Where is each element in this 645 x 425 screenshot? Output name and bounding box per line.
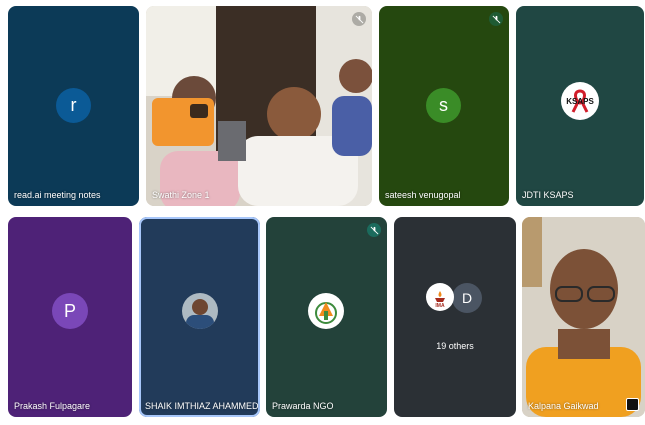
ksaps-logo: KSAPS — [561, 82, 599, 120]
avatar-initial: r — [70, 95, 77, 115]
participant-tile-kalpana[interactable]: Kalpana Gaikwad — [522, 217, 645, 417]
participant-tile-swathi[interactable]: Swathi Zone 1 — [146, 6, 372, 206]
participant-name: Prakash Fulpagare — [14, 401, 91, 411]
participant-tile-read-ai[interactable]: r read.ai meeting notes — [8, 6, 139, 206]
participant-tile-prakash[interactable]: P Prakash Fulpagare — [8, 217, 132, 417]
avatar: r — [56, 88, 91, 123]
ksaps-logo-text: KSAPS — [566, 96, 594, 106]
lamp-icon — [435, 291, 445, 302]
participant-name: Prawarda NGO — [272, 401, 334, 411]
participant-tile-sateesh[interactable]: s sateesh venugopal — [379, 6, 509, 206]
participant-name: Swathi Zone 1 — [152, 190, 210, 200]
participant-tile-shaik[interactable]: SHAIK IMTHIAZ AHAMMED — [139, 217, 260, 417]
avatar-initial: P — [63, 300, 76, 321]
participant-video — [146, 6, 372, 206]
ima-logo: IMA — [426, 283, 454, 311]
avatar-initial: D — [461, 290, 473, 306]
mic-muted-icon — [352, 12, 366, 26]
participant-tile-prawarda[interactable]: Prawarda NGO — [266, 217, 387, 417]
participant-tile-jdti-ksaps[interactable]: KSAPS JDTI KSAPS — [516, 6, 644, 206]
participant-video — [522, 217, 645, 417]
mic-muted-icon — [367, 223, 381, 237]
prawarda-logo — [308, 293, 344, 329]
others-tile[interactable]: IMA D 19 others — [394, 217, 516, 417]
avatar: s — [426, 88, 461, 123]
participant-name: read.ai meeting notes — [14, 190, 101, 200]
participant-name: Kalpana Gaikwad — [528, 401, 599, 411]
participant-name: JDTI KSAPS — [522, 190, 574, 200]
participant-name: sateesh venugopal — [385, 190, 461, 200]
mic-muted-icon — [489, 12, 503, 26]
ima-logo-text: IMA — [435, 303, 445, 309]
avatar — [182, 293, 218, 329]
avatar-initial: s — [439, 95, 448, 115]
pin-icon[interactable] — [626, 398, 639, 411]
participant-name: SHAIK IMTHIAZ AHAMMED — [145, 401, 259, 411]
avatar: P — [52, 293, 88, 329]
avatar: D — [452, 283, 482, 313]
others-count: 19 others — [436, 341, 474, 351]
